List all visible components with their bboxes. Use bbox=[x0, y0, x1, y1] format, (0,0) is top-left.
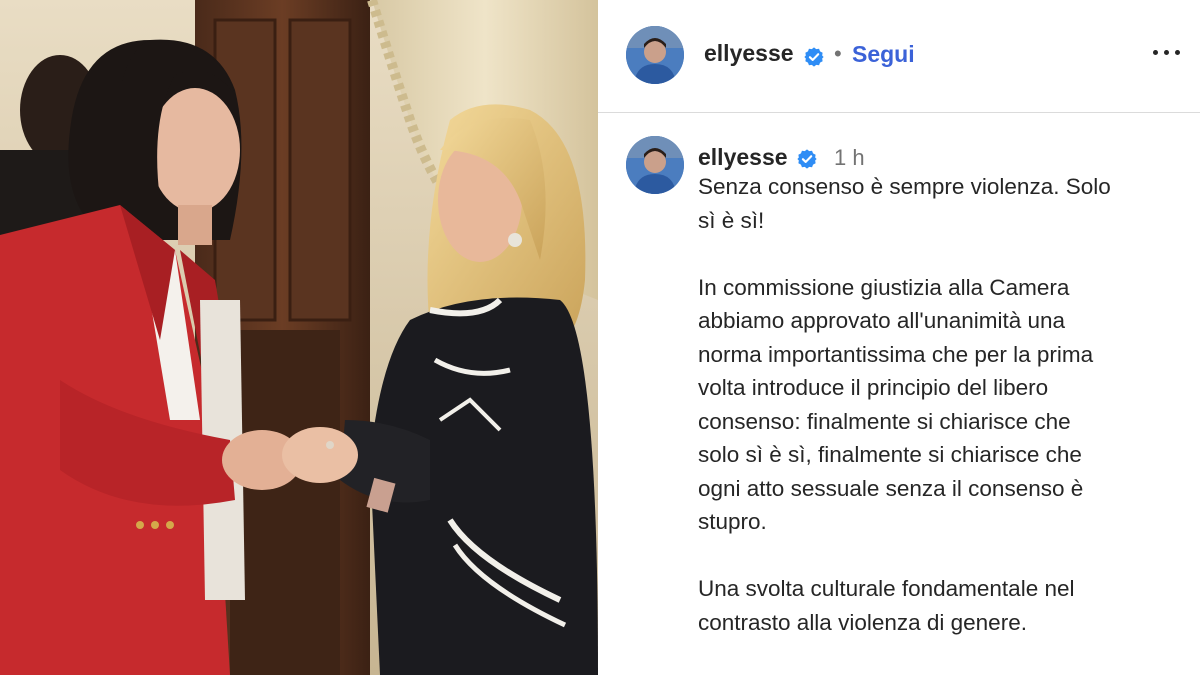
follow-button[interactable]: Segui bbox=[852, 41, 915, 68]
comment-username[interactable]: ellyesse bbox=[698, 144, 788, 171]
caption-line: In commissione giustizia alla Camera bbox=[698, 274, 1070, 300]
profile-avatar[interactable] bbox=[626, 26, 684, 84]
username[interactable]: ellyesse bbox=[704, 40, 794, 67]
post-timestamp: 1 h bbox=[834, 145, 865, 170]
caption-line: sì è sì! bbox=[698, 207, 765, 233]
post-header: ellyesse • Segui bbox=[598, 0, 1200, 113]
caption-line: volta introduce il principio del libero bbox=[698, 375, 1049, 400]
caption-line: stupro. bbox=[698, 509, 767, 534]
caption-line: solo sì è sì, finalmente si chiarisce ch… bbox=[698, 442, 1082, 467]
comment-avatar[interactable] bbox=[626, 136, 684, 194]
caption-text: Senza consenso è sempre violenza. Solo s… bbox=[698, 170, 1178, 639]
caption-line: ogni atto sessuale senza il consenso è bbox=[698, 475, 1084, 501]
news-photo bbox=[0, 0, 598, 675]
caption-line: Senza consenso è sempre violenza. Solo bbox=[698, 174, 1111, 199]
separator-dot: • bbox=[834, 41, 842, 66]
instagram-post: ellyesse • Segui ellyesse 1 h Senza cons… bbox=[598, 0, 1200, 675]
more-options-icon[interactable] bbox=[1150, 40, 1184, 64]
caption-line: norma importantissima che per la prima bbox=[698, 341, 1094, 367]
caption-line: abbiamo approvato all'unanimità una bbox=[698, 308, 1066, 333]
caption-line: Una svolta culturale fondamentale nel bbox=[698, 576, 1075, 601]
caption-line: contrasto alla violenza di genere. bbox=[698, 609, 1027, 635]
verified-badge-icon bbox=[803, 46, 825, 73]
caption-line: consenso: finalmente si chiarisce che bbox=[698, 408, 1071, 434]
screenshot: ellyesse • Segui ellyesse 1 h Senza cons… bbox=[0, 0, 1200, 675]
